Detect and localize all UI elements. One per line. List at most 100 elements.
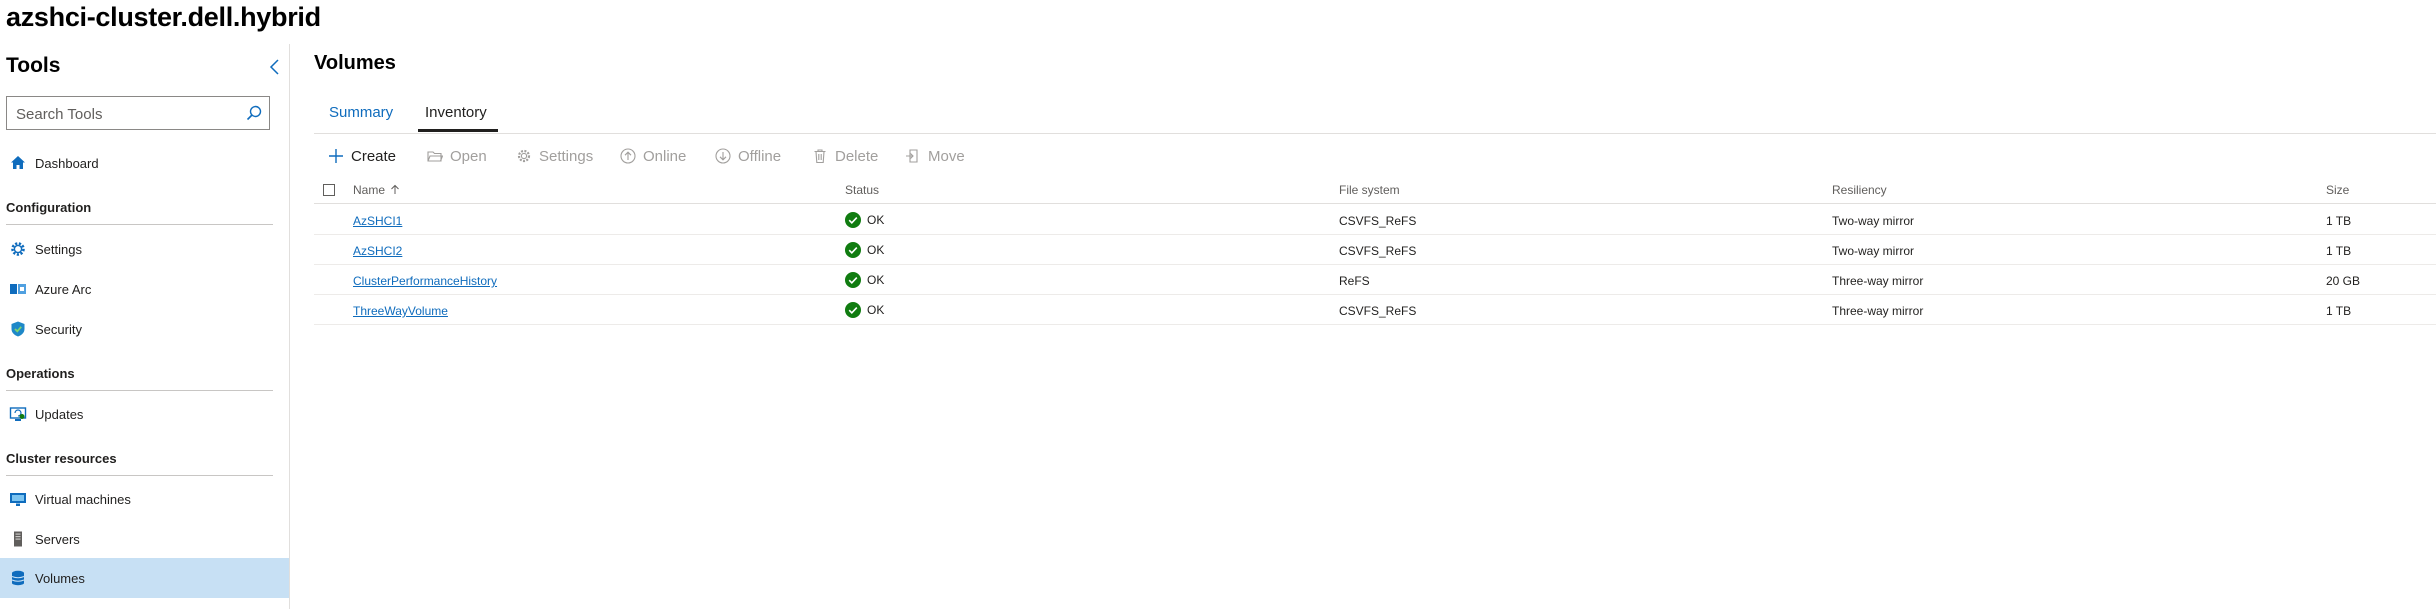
sort-ascending-icon (391, 184, 400, 194)
table-row[interactable]: ClusterPerformanceHistory OK ReFS Three-… (314, 265, 2436, 295)
offline-button-label: Offline (738, 147, 782, 165)
cluster-title: azshci-cluster.dell.hybrid (6, 2, 321, 32)
create-button-label: Create (351, 147, 397, 165)
table-row[interactable]: AzSHCI2 OK CSVFS_ReFS Two-way mirror 1 T… (314, 235, 2436, 265)
plus-icon (328, 148, 344, 164)
column-header-filesystem[interactable]: File system (1339, 183, 1400, 197)
sidebar-item-label: Dashboard (35, 155, 99, 171)
server-icon (9, 530, 27, 548)
sidebar-item-label: Security (35, 321, 82, 337)
section-header-cluster-resources: Cluster resources (6, 451, 273, 476)
search-tools-box[interactable] (6, 96, 270, 130)
sidebar-item-virtual-machines[interactable]: Virtual machines (0, 480, 289, 518)
resiliency-cell: Two-way mirror (1832, 244, 1915, 258)
open-button-label: Open (450, 147, 487, 165)
size-cell: 1 TB (2326, 244, 2352, 258)
gear-icon (9, 240, 27, 258)
resiliency-cell: Two-way mirror (1832, 214, 1915, 228)
section-header-operations: Operations (6, 366, 273, 391)
sidebar-item-updates[interactable]: Updates (0, 395, 289, 433)
shield-icon (9, 320, 27, 338)
table-row[interactable]: ThreeWayVolume OK CSVFS_ReFS Three-way m… (314, 295, 2436, 325)
volume-name-link[interactable]: AzSHCI1 (353, 214, 402, 228)
sidebar-item-volumes[interactable]: Volumes (0, 558, 289, 598)
sidebar-item-settings[interactable]: Settings (0, 230, 289, 268)
move-button[interactable]: Move (905, 146, 965, 166)
resiliency-cell: Three-way mirror (1832, 304, 1924, 318)
azure-arc-icon (9, 280, 27, 298)
status-text: OK (867, 213, 885, 227)
sidebar-title: Tools (6, 54, 61, 77)
trash-icon (812, 148, 828, 164)
search-input[interactable] (14, 103, 238, 125)
settings-button[interactable]: Settings (516, 146, 593, 166)
checkmark-circle-icon (845, 302, 861, 318)
status-text: OK (867, 303, 885, 317)
sidebar-item-servers[interactable]: Servers (0, 520, 289, 558)
column-header-label: Name (353, 183, 386, 197)
sidebar-item-azure-arc[interactable]: Azure Arc (0, 270, 289, 308)
move-button-label: Move (928, 147, 965, 165)
filesystem-cell: CSVFS_ReFS (1339, 214, 1417, 228)
volumes-icon (9, 569, 27, 587)
status-cell: OK (845, 272, 884, 288)
checkmark-circle-icon (845, 242, 861, 258)
arrow-up-circle-icon (620, 148, 636, 164)
size-cell: 1 TB (2326, 304, 2352, 318)
search-icon[interactable] (245, 104, 263, 122)
open-button[interactable]: Open (427, 146, 487, 166)
tab-divider (314, 133, 2436, 134)
size-cell: 20 GB (2326, 274, 2361, 288)
resiliency-cell: Three-way mirror (1832, 274, 1924, 288)
sidebar-item-label: Virtual machines (35, 491, 131, 507)
sidebar-item-label: Updates (35, 406, 84, 422)
delete-button-label: Delete (835, 147, 879, 165)
collapse-sidebar-button[interactable] (264, 56, 286, 78)
status-cell: OK (845, 212, 884, 228)
create-button[interactable]: Create (328, 146, 396, 166)
tools-sidebar: Tools Dashboard Configuration Settings (0, 44, 290, 609)
online-button-label: Online (643, 147, 687, 165)
checkmark-circle-icon (845, 272, 861, 288)
sidebar-item-label: Servers (35, 531, 80, 547)
volume-name-link[interactable]: AzSHCI2 (353, 244, 402, 258)
settings-button-label: Settings (539, 147, 594, 165)
move-icon (905, 148, 921, 164)
online-button[interactable]: Online (620, 146, 686, 166)
volumes-table-header: Name Status File system Resiliency Size (314, 181, 2436, 204)
size-cell: 1 TB (2326, 214, 2352, 228)
active-tab-indicator (418, 129, 498, 132)
page-title: Volumes (314, 52, 396, 74)
sidebar-item-label: Settings (35, 241, 82, 257)
home-icon (9, 154, 27, 172)
updates-icon (9, 405, 27, 423)
filesystem-cell: ReFS (1339, 274, 1370, 288)
delete-button[interactable]: Delete (812, 146, 878, 166)
column-header-status[interactable]: Status (845, 183, 879, 197)
checkmark-circle-icon (845, 212, 861, 228)
column-header-resiliency[interactable]: Resiliency (1832, 183, 1887, 197)
offline-button[interactable]: Offline (715, 146, 781, 166)
filesystem-cell: CSVFS_ReFS (1339, 244, 1417, 258)
column-header-name[interactable]: Name (353, 183, 400, 197)
gear-icon (516, 148, 532, 164)
status-text: OK (867, 273, 885, 287)
select-all-checkbox[interactable] (323, 184, 335, 196)
table-row[interactable]: AzSHCI1 OK CSVFS_ReFS Two-way mirror 1 T… (314, 205, 2436, 235)
sidebar-item-dashboard[interactable]: Dashboard (0, 144, 289, 182)
sidebar-item-security[interactable]: Security (0, 310, 289, 348)
volume-name-link[interactable]: ThreeWayVolume (353, 304, 448, 318)
arrow-down-circle-icon (715, 148, 731, 164)
section-header-configuration: Configuration (6, 200, 273, 225)
folder-open-icon (427, 148, 443, 164)
tab-summary[interactable]: Summary (329, 104, 393, 121)
monitor-icon (9, 490, 27, 508)
status-cell: OK (845, 242, 884, 258)
column-header-size[interactable]: Size (2326, 183, 2349, 197)
volume-name-link[interactable]: ClusterPerformanceHistory (353, 274, 497, 288)
chevron-left-icon (269, 59, 279, 75)
status-text: OK (867, 243, 885, 257)
tab-inventory[interactable]: Inventory (425, 104, 487, 121)
status-cell: OK (845, 302, 884, 318)
sidebar-item-label: Volumes (35, 570, 85, 586)
